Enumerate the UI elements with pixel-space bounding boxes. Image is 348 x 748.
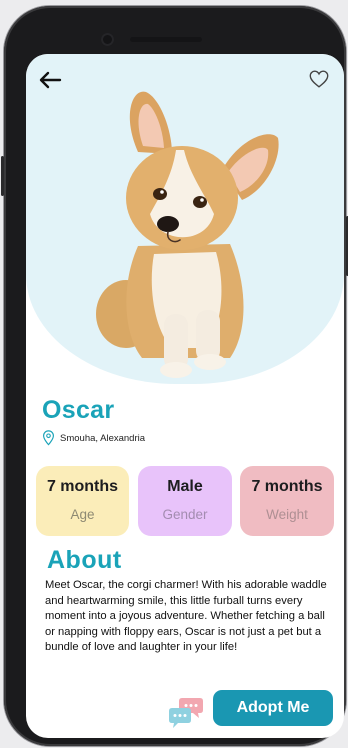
volume-button — [1, 156, 4, 196]
about-description: Meet Oscar, the corgi charmer! With his … — [45, 579, 327, 653]
adopt-me-button[interactable]: Adopt Me — [213, 690, 333, 726]
stat-value: 7 months — [46, 478, 119, 495]
corgi-illustration — [96, 91, 279, 378]
stat-label: Weight — [266, 507, 308, 522]
stat-label: Age — [70, 507, 95, 522]
stat-label: Gender — [162, 507, 208, 522]
pet-location: Smouha, Alexandria — [42, 430, 145, 446]
back-arrow-icon[interactable] — [38, 70, 62, 90]
chat-bubbles-icon[interactable] — [168, 694, 204, 730]
app-screen: Oscar Smouha, Alexandria 7 months Age Ma… — [26, 54, 344, 738]
earpiece-speaker — [130, 37, 202, 42]
pet-name: Oscar — [42, 396, 115, 424]
phone-frame: Oscar Smouha, Alexandria 7 months Age Ma… — [1, 6, 348, 746]
location-pin-icon — [43, 430, 54, 446]
stat-value: Male — [167, 478, 203, 495]
about-heading: About — [47, 546, 122, 574]
heart-icon[interactable] — [308, 68, 330, 90]
front-camera — [101, 33, 114, 46]
stat-card-weight: 7 months Weight — [240, 466, 334, 536]
stat-card-gender: Male Gender — [138, 466, 232, 536]
stat-card-age: 7 months Age — [36, 466, 129, 536]
stat-value: 7 months — [251, 478, 323, 495]
location-text: Smouha, Alexandria — [60, 432, 146, 444]
